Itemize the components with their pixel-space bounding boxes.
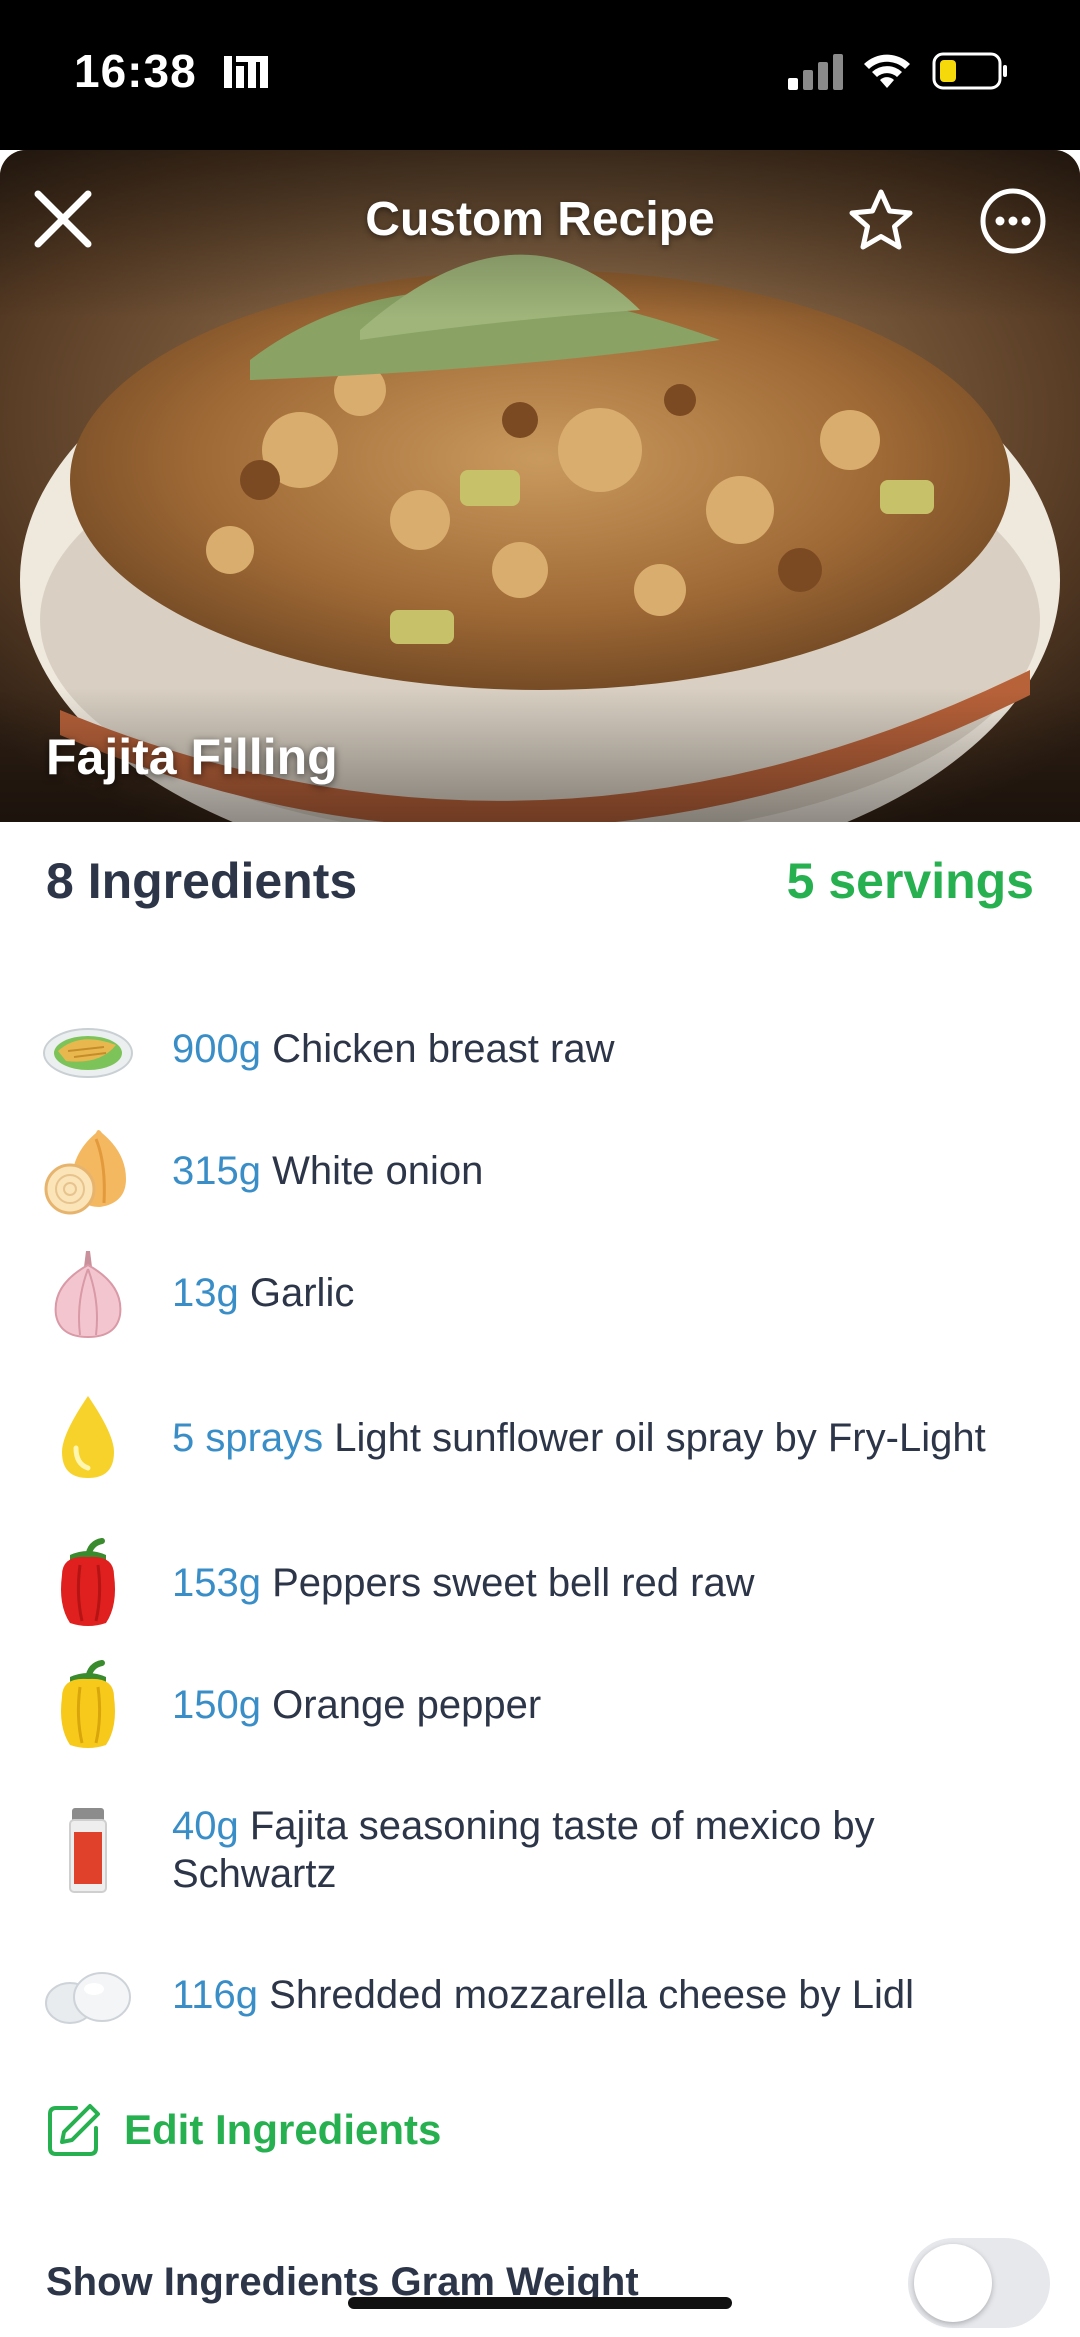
recipe-summary: 8 Ingredients 5 servings [46, 852, 1034, 922]
ingredient-text: 40g Fajita seasoning taste of mexico by … [172, 1802, 1000, 1898]
ingredient-name: Orange pepper [272, 1683, 542, 1727]
recipe-hero: Custom Recipe Fajita Filling [0, 150, 1080, 822]
more-horizontal-icon[interactable] [978, 186, 1048, 256]
status-bar: 16:38 [0, 0, 1080, 150]
ingredient-row[interactable]: 116g Shredded mozzarella cheese by Lidl [0, 1934, 1080, 2056]
ingredient-text: 150g Orange pepper [172, 1681, 1000, 1729]
spice-jar-icon [69, 1808, 107, 1893]
ingredient-row[interactable]: 315g White onion [0, 1110, 1080, 1232]
toggle-knob [914, 2244, 992, 2322]
ingredient-row[interactable]: 150g Orange pepper [0, 1644, 1080, 1766]
ingredient-text: 315g White onion [172, 1147, 1000, 1195]
ingredient-amount: 315g [172, 1149, 261, 1193]
page-title: Custom Recipe [365, 193, 715, 246]
ingredient-amount: 150g [172, 1683, 261, 1727]
ingredient-count: 8 Ingredients [46, 853, 358, 909]
oil-drop-icon [62, 1396, 114, 1478]
ingredient-row[interactable]: 900g Chicken breast raw [0, 988, 1080, 1110]
ingredient-text: 13g Garlic [172, 1269, 1000, 1317]
activity-icon [224, 56, 268, 88]
ingredient-list: 900g Chicken breast raw 315g White onion… [0, 988, 1080, 2056]
ingredient-amount: 153g [172, 1561, 261, 1605]
ingredient-text: 153g Peppers sweet bell red raw [172, 1559, 1000, 1607]
ingredient-amount: 900g [172, 1027, 261, 1071]
ingredient-amount: 5 sprays [172, 1416, 324, 1460]
show-gram-weight-toggle[interactable] [908, 2238, 1050, 2328]
chicken-icon [43, 1028, 133, 1078]
cellular-signal-icon [788, 54, 843, 90]
ingredient-amount: 13g [172, 1271, 239, 1315]
ingredient-text: 116g Shredded mozzarella cheese by Lidl [172, 1971, 1000, 2019]
ingredient-amount: 40g [172, 1804, 239, 1848]
ingredient-row[interactable]: 13g Garlic [0, 1232, 1080, 1354]
yellow-pepper-icon [61, 1660, 115, 1748]
home-indicator[interactable] [348, 2297, 732, 2309]
servings-selector[interactable]: 5 servings [787, 852, 1034, 910]
show-gram-weight-setting: Show Ingredients Gram Weight [46, 2238, 1050, 2328]
mozzarella-icon [45, 1972, 131, 2024]
star-outline-icon[interactable] [846, 186, 916, 256]
ingredient-amount: 116g [172, 1973, 259, 2017]
ingredient-name: Chicken breast raw [272, 1027, 615, 1071]
ingredient-name: Peppers sweet bell red raw [272, 1561, 755, 1605]
ingredient-text: 5 sprays Light sunflower oil spray by Fr… [172, 1414, 1000, 1462]
wifi-icon [864, 54, 910, 88]
status-time: 16:38 [74, 45, 197, 97]
edit-ingredients-button[interactable]: Edit Ingredients [46, 2100, 441, 2160]
garlic-icon [54, 1251, 122, 1339]
ingredient-name: Light sunflower oil spray by Fry-Light [334, 1416, 986, 1460]
ingredient-name: Fajita seasoning taste of mexico by Schw… [172, 1804, 875, 1896]
red-pepper-icon [61, 1538, 115, 1626]
edit-ingredients-label: Edit Ingredients [124, 2106, 442, 2153]
edit-icon [48, 2104, 100, 2156]
ingredient-text: 900g Chicken breast raw [172, 1025, 1000, 1073]
recipe-name: Fajita Filling [46, 729, 338, 785]
ingredient-name: Garlic [249, 1271, 355, 1315]
ingredient-name: Shredded mozzarella cheese by Lidl [269, 1973, 914, 2017]
ingredient-row[interactable]: 153g Peppers sweet bell red raw [0, 1522, 1080, 1644]
battery-icon [932, 52, 1007, 90]
ingredient-row[interactable]: 40g Fajita seasoning taste of mexico by … [0, 1766, 1080, 1934]
onion-icon [44, 1130, 126, 1215]
ingredient-row[interactable]: 5 sprays Light sunflower oil spray by Fr… [0, 1354, 1080, 1522]
recipe-photo [0, 150, 1080, 822]
ingredient-name: White onion [272, 1149, 484, 1193]
